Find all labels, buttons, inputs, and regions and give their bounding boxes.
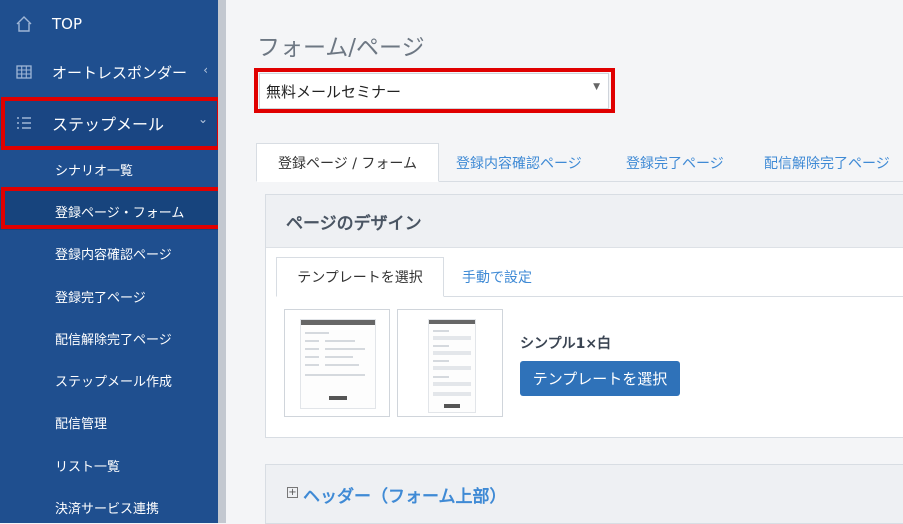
tab-register-form[interactable]: 登録ページ / フォーム	[256, 143, 439, 182]
header-panel-title[interactable]: ヘッダー（フォーム上部）	[303, 482, 507, 507]
nav-item-stepmail[interactable]: ステップメール ⌄	[0, 100, 218, 146]
sub-item-label: リスト一覧	[55, 460, 121, 475]
sub-item-label: 決済サービス連携	[55, 502, 160, 517]
sub-item-label: 登録ページ・フォーム	[55, 206, 185, 221]
sub-item-list[interactable]: リスト一覧	[0, 456, 218, 476]
nav-label: オートレスポンダー	[52, 63, 188, 82]
tab-complete-page[interactable]: 登録完了ページ	[626, 143, 724, 182]
design-panel: ページのデザイン テンプレートを選択 手動で設定 シンプル1×白 テンプレートを…	[265, 194, 903, 438]
scenario-select[interactable]: 無料メールセミナー ▼	[259, 73, 609, 109]
panel-header: ページのデザイン	[266, 195, 903, 248]
sub-item-label: シナリオ一覧	[55, 164, 134, 179]
template-name: シンプル1×白	[520, 336, 612, 352]
sub-item-register-form[interactable]: 登録ページ・フォーム	[0, 190, 218, 230]
template-preview	[428, 319, 476, 413]
tab-select-template[interactable]: テンプレートを選択	[276, 257, 444, 297]
home-icon	[14, 14, 34, 34]
sub-item-label: 配信管理	[55, 417, 108, 432]
chevron-left-icon: ‹	[203, 63, 208, 77]
tab-confirm-page[interactable]: 登録内容確認ページ	[456, 143, 582, 182]
sub-item-payment[interactable]: 決済サービス連携	[0, 498, 218, 518]
sub-item-confirm-page[interactable]: 登録内容確認ページ	[0, 244, 218, 264]
expand-plus-icon[interactable]: +	[287, 487, 298, 498]
list-icon	[14, 113, 34, 133]
sub-item-label: 登録完了ページ	[55, 291, 146, 306]
grid-icon	[14, 62, 34, 82]
nav-item-top[interactable]: TOP	[0, 10, 218, 38]
dropdown-arrow-icon: ▼	[593, 82, 600, 92]
tab-manual-settings[interactable]: 手動で設定	[462, 257, 532, 297]
sub-item-label: 登録内容確認ページ	[55, 248, 172, 263]
template-thumbnail[interactable]	[284, 309, 390, 417]
select-template-button[interactable]: テンプレートを選択	[520, 361, 680, 396]
tab-unsubscribe-page[interactable]: 配信解除完了ページ	[764, 143, 890, 182]
sub-item-delivery[interactable]: 配信管理	[0, 413, 218, 433]
sub-item-scenario-list[interactable]: シナリオ一覧	[0, 160, 218, 180]
sub-item-label: 配信解除完了ページ	[55, 333, 172, 348]
template-thumbnail[interactable]	[397, 309, 503, 417]
sidebar: TOP オートレスポンダー ‹ ステップメール ⌄ シナリオ一覧 登録ページ・フ…	[0, 0, 223, 523]
page-title: フォーム/ページ	[257, 35, 425, 61]
sub-item-complete-page[interactable]: 登録完了ページ	[0, 287, 218, 307]
template-preview	[300, 319, 376, 409]
panel-title: ページのデザイン	[286, 214, 422, 234]
chevron-down-icon: ⌄	[197, 112, 208, 126]
sidebar-scrollbar[interactable]	[218, 0, 226, 523]
sub-item-unsubscribe-page[interactable]: 配信解除完了ページ	[0, 329, 218, 349]
header-panel: + ヘッダー（フォーム上部）	[265, 464, 903, 524]
sub-item-create-stepmail[interactable]: ステップメール作成	[0, 371, 218, 391]
nav-label: ステップメール	[52, 115, 165, 134]
nav-label: TOP	[52, 15, 83, 33]
nav-item-autoresponder[interactable]: オートレスポンダー ‹	[0, 58, 218, 86]
select-value: 無料メールセミナー	[266, 82, 402, 101]
sub-item-label: ステップメール作成	[55, 375, 173, 390]
